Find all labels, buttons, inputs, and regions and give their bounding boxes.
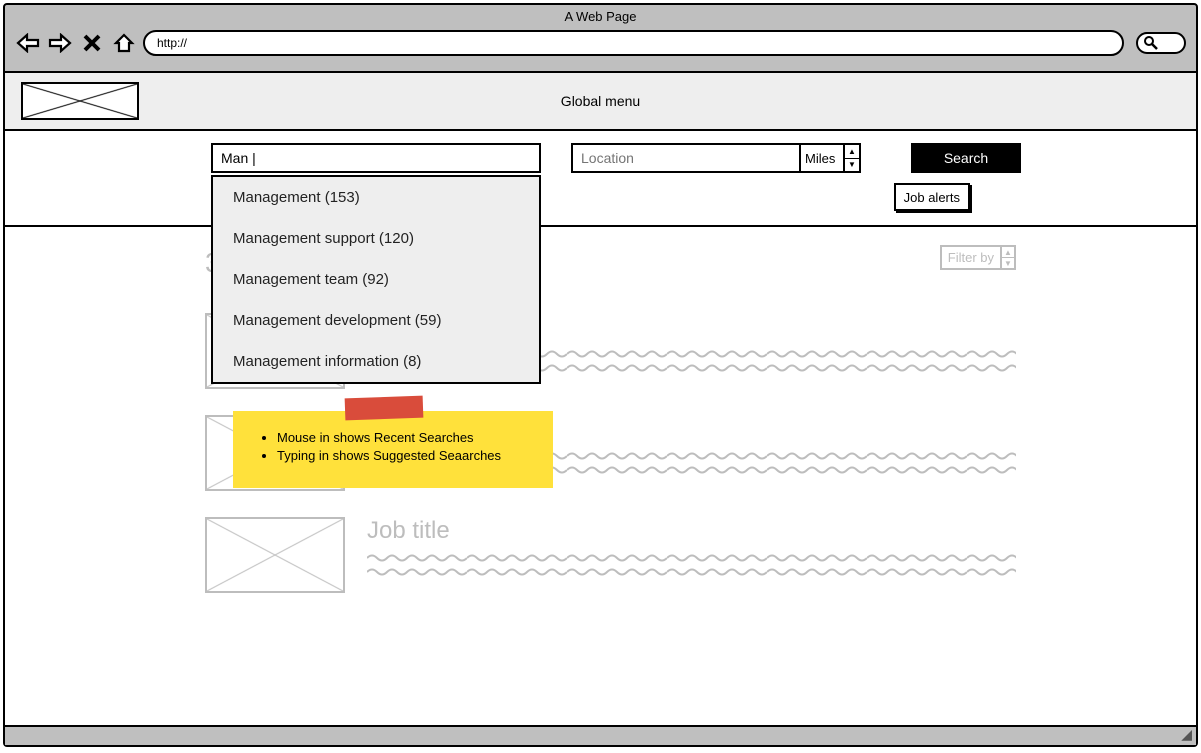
window-title: A Web Page: [5, 5, 1196, 28]
forward-icon[interactable]: [47, 31, 73, 55]
autocomplete-item[interactable]: Management development (59): [213, 300, 539, 341]
keyword-input[interactable]: [211, 143, 541, 173]
search-section: Miles ▲▼ Search Salery ▼ Job alerts: [5, 131, 1196, 227]
results-area: 3) Filter by ▲▼ Job title Job title: [5, 227, 1196, 629]
stop-icon[interactable]: [79, 31, 105, 55]
note-line: Typing in shows Suggested Seaarches: [277, 448, 535, 463]
autocomplete-item[interactable]: Management (153): [213, 177, 539, 218]
location-group: Miles ▲▼: [571, 143, 861, 173]
spinner-icon[interactable]: ▲▼: [1000, 247, 1014, 268]
location-input[interactable]: [571, 143, 801, 173]
global-menu-label: Global menu: [561, 93, 640, 109]
status-bar: ◢: [5, 725, 1196, 745]
autocomplete-item[interactable]: Management information (8): [213, 341, 539, 382]
placeholder-text: [367, 553, 1016, 577]
annotation-note: Mouse in shows Recent Searches Typing in…: [233, 411, 553, 488]
miles-label: Miles: [805, 151, 835, 166]
browser-window: A Web Page http:// Global menu: [3, 3, 1198, 747]
result-item[interactable]: Job title: [205, 517, 1016, 593]
sticky-tape: [345, 396, 424, 421]
filter-row: Salery ▼ Job alerts: [21, 183, 1180, 211]
spinner-icon[interactable]: ▲▼: [843, 145, 859, 171]
note-line: Mouse in shows Recent Searches: [277, 430, 535, 445]
global-menu-bar: Global menu: [5, 73, 1196, 131]
autocomplete-dropdown: Management (153) Management support (120…: [211, 175, 541, 384]
page-content: Global menu Miles ▲▼ Search Salery ▼: [5, 71, 1196, 725]
search-row: Miles ▲▼ Search: [21, 143, 1180, 173]
result-body: Job title: [367, 517, 1016, 593]
autocomplete-item[interactable]: Management support (120): [213, 218, 539, 259]
job-alerts-button[interactable]: Job alerts: [894, 183, 970, 211]
back-icon[interactable]: [15, 31, 41, 55]
search-button[interactable]: Search: [911, 143, 1021, 173]
browser-search-icon[interactable]: [1136, 32, 1186, 54]
url-bar[interactable]: http://: [143, 30, 1124, 56]
filter-by-label: Filter by: [948, 250, 994, 265]
filter-by-select[interactable]: Filter by ▲▼: [940, 245, 1016, 270]
autocomplete-item[interactable]: Management team (92): [213, 259, 539, 300]
url-text: http://: [157, 36, 187, 50]
miles-stepper[interactable]: Miles ▲▼: [801, 143, 861, 173]
result-title: Job title: [367, 517, 1016, 545]
browser-nav: http://: [5, 28, 1196, 66]
logo-placeholder[interactable]: [21, 82, 139, 120]
resize-grip-icon[interactable]: ◢: [1181, 726, 1192, 743]
home-icon[interactable]: [111, 31, 137, 55]
image-placeholder: [205, 517, 345, 593]
